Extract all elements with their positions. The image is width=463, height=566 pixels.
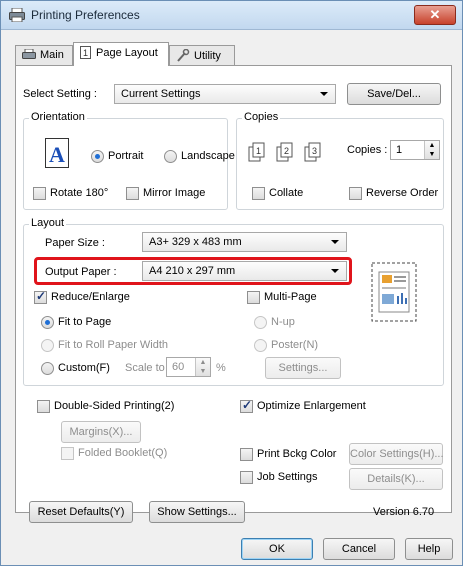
collate-label: Collate <box>269 187 304 199</box>
rotate-180-checkbox[interactable] <box>33 187 46 200</box>
fit-to-page-radio[interactable] <box>41 316 54 329</box>
print-bckg-color-checkbox[interactable] <box>240 448 253 461</box>
copies-title: Copies <box>242 111 281 123</box>
reverse-order-label: Reverse Order <box>366 187 439 199</box>
print-bckg-color-label: Print Bckg Color <box>257 448 337 460</box>
job-settings-label: Job Settings <box>257 471 318 483</box>
collated-pages-icon: 1 2 3 <box>248 142 321 162</box>
copies-stepper[interactable]: 1 ▲ ▼ <box>390 140 440 160</box>
landscape-label: Landscape <box>181 150 235 162</box>
printing-preferences-window: Printing Preferences ✕ Main 1 Page Layout… <box>0 0 463 566</box>
job-settings-checkbox[interactable] <box>240 471 253 484</box>
poster-label: Poster(N) <box>271 339 319 351</box>
printer-icon <box>22 48 36 59</box>
custom-radio[interactable] <box>41 362 54 375</box>
reduce-enlarge-checkbox[interactable] <box>34 289 47 304</box>
portrait-radio[interactable] <box>91 150 104 163</box>
margins-button[interactable]: Margins(X)... <box>61 421 141 443</box>
n-up-label: N-up <box>271 316 295 328</box>
rotate-180-label: Rotate 180° <box>50 187 109 199</box>
layout-title: Layout <box>29 217 67 229</box>
fit-to-roll-label: Fit to Roll Paper Width <box>58 339 169 351</box>
svg-text:1: 1 <box>83 48 88 58</box>
show-settings-button[interactable]: Show Settings... <box>149 501 245 523</box>
folded-booklet-checkbox[interactable] <box>61 447 74 460</box>
fit-to-page-label: Fit to Page <box>58 316 112 328</box>
close-icon: ✕ <box>429 7 441 22</box>
mirror-image-checkbox[interactable] <box>126 187 139 200</box>
cancel-button[interactable]: Cancel <box>323 538 395 560</box>
optimize-enlargement-label: Optimize Enlargement <box>257 400 366 412</box>
ok-button[interactable]: OK <box>241 538 313 560</box>
stepper-arrows-icon[interactable]: ▲ ▼ <box>195 358 210 376</box>
settings-button[interactable]: Settings... <box>265 357 341 379</box>
stepper-arrows-icon[interactable]: ▲ ▼ <box>424 141 439 159</box>
fit-to-roll-radio[interactable] <box>41 339 54 352</box>
reverse-order-checkbox[interactable] <box>349 187 362 200</box>
scale-to-label: Scale to <box>125 362 165 374</box>
double-sided-checkbox[interactable] <box>37 400 50 413</box>
collate-checkbox[interactable] <box>252 187 265 200</box>
help-button[interactable]: Help <box>405 538 453 560</box>
select-setting-label: Select Setting : <box>23 88 97 100</box>
save-del-button[interactable]: Save/Del... <box>347 83 441 105</box>
chevron-down-icon <box>320 92 328 96</box>
paper-size-label: Paper Size : <box>45 237 105 249</box>
close-button[interactable]: ✕ <box>414 5 456 25</box>
svg-text:2: 2 <box>284 146 289 156</box>
mirror-image-label: Mirror Image <box>143 187 206 199</box>
double-sided-label: Double-Sided Printing(2) <box>54 400 175 412</box>
poster-radio[interactable] <box>254 339 267 352</box>
chevron-down-icon <box>331 240 339 244</box>
chevron-down-icon <box>331 269 339 273</box>
page-preview-icon <box>371 262 417 322</box>
printer-icon <box>9 8 25 22</box>
custom-label: Custom(F) <box>58 362 110 374</box>
landscape-radio[interactable] <box>164 150 177 163</box>
svg-text:3: 3 <box>312 146 317 156</box>
tab-main[interactable]: Main <box>15 45 73 65</box>
window-title: Printing Preferences <box>31 8 140 22</box>
output-paper-dropdown[interactable]: A4 210 x 297 mm <box>142 261 347 281</box>
color-settings-button[interactable]: Color Settings(H)... <box>349 443 444 465</box>
tab-page-layout[interactable]: 1 Page Layout <box>73 42 169 66</box>
wrench-icon <box>177 48 190 62</box>
folded-booklet-label: Folded Booklet(Q) <box>78 447 168 459</box>
paper-size-dropdown[interactable]: A3+ 329 x 483 mm <box>142 232 347 252</box>
reduce-enlarge-label: Reduce/Enlarge <box>51 291 130 303</box>
page-icon: 1 <box>80 46 91 59</box>
version-label: Version 6.70 <box>373 506 435 518</box>
scale-stepper[interactable]: 60 ▲ ▼ <box>166 357 211 377</box>
tab-utility[interactable]: Utility <box>169 45 235 65</box>
details-button[interactable]: Details(K)... <box>349 468 443 490</box>
n-up-radio[interactable] <box>254 316 267 329</box>
copies-label: Copies : <box>347 144 388 156</box>
svg-text:A: A <box>49 142 65 167</box>
multi-page-label: Multi-Page <box>264 291 317 303</box>
portrait-page-icon: A <box>45 138 69 168</box>
reset-defaults-button[interactable]: Reset Defaults(Y) <box>29 501 133 523</box>
output-paper-label: Output Paper : <box>45 266 117 278</box>
portrait-label: Portrait <box>108 150 144 162</box>
title-bar: Printing Preferences ✕ <box>1 1 462 30</box>
multi-page-checkbox[interactable] <box>247 291 260 304</box>
select-setting-dropdown[interactable]: Current Settings <box>114 84 336 104</box>
percent-label: % <box>216 362 226 374</box>
svg-text:1: 1 <box>256 146 261 156</box>
orientation-title: Orientation <box>29 111 87 123</box>
optimize-enlargement-checkbox[interactable] <box>240 398 253 413</box>
